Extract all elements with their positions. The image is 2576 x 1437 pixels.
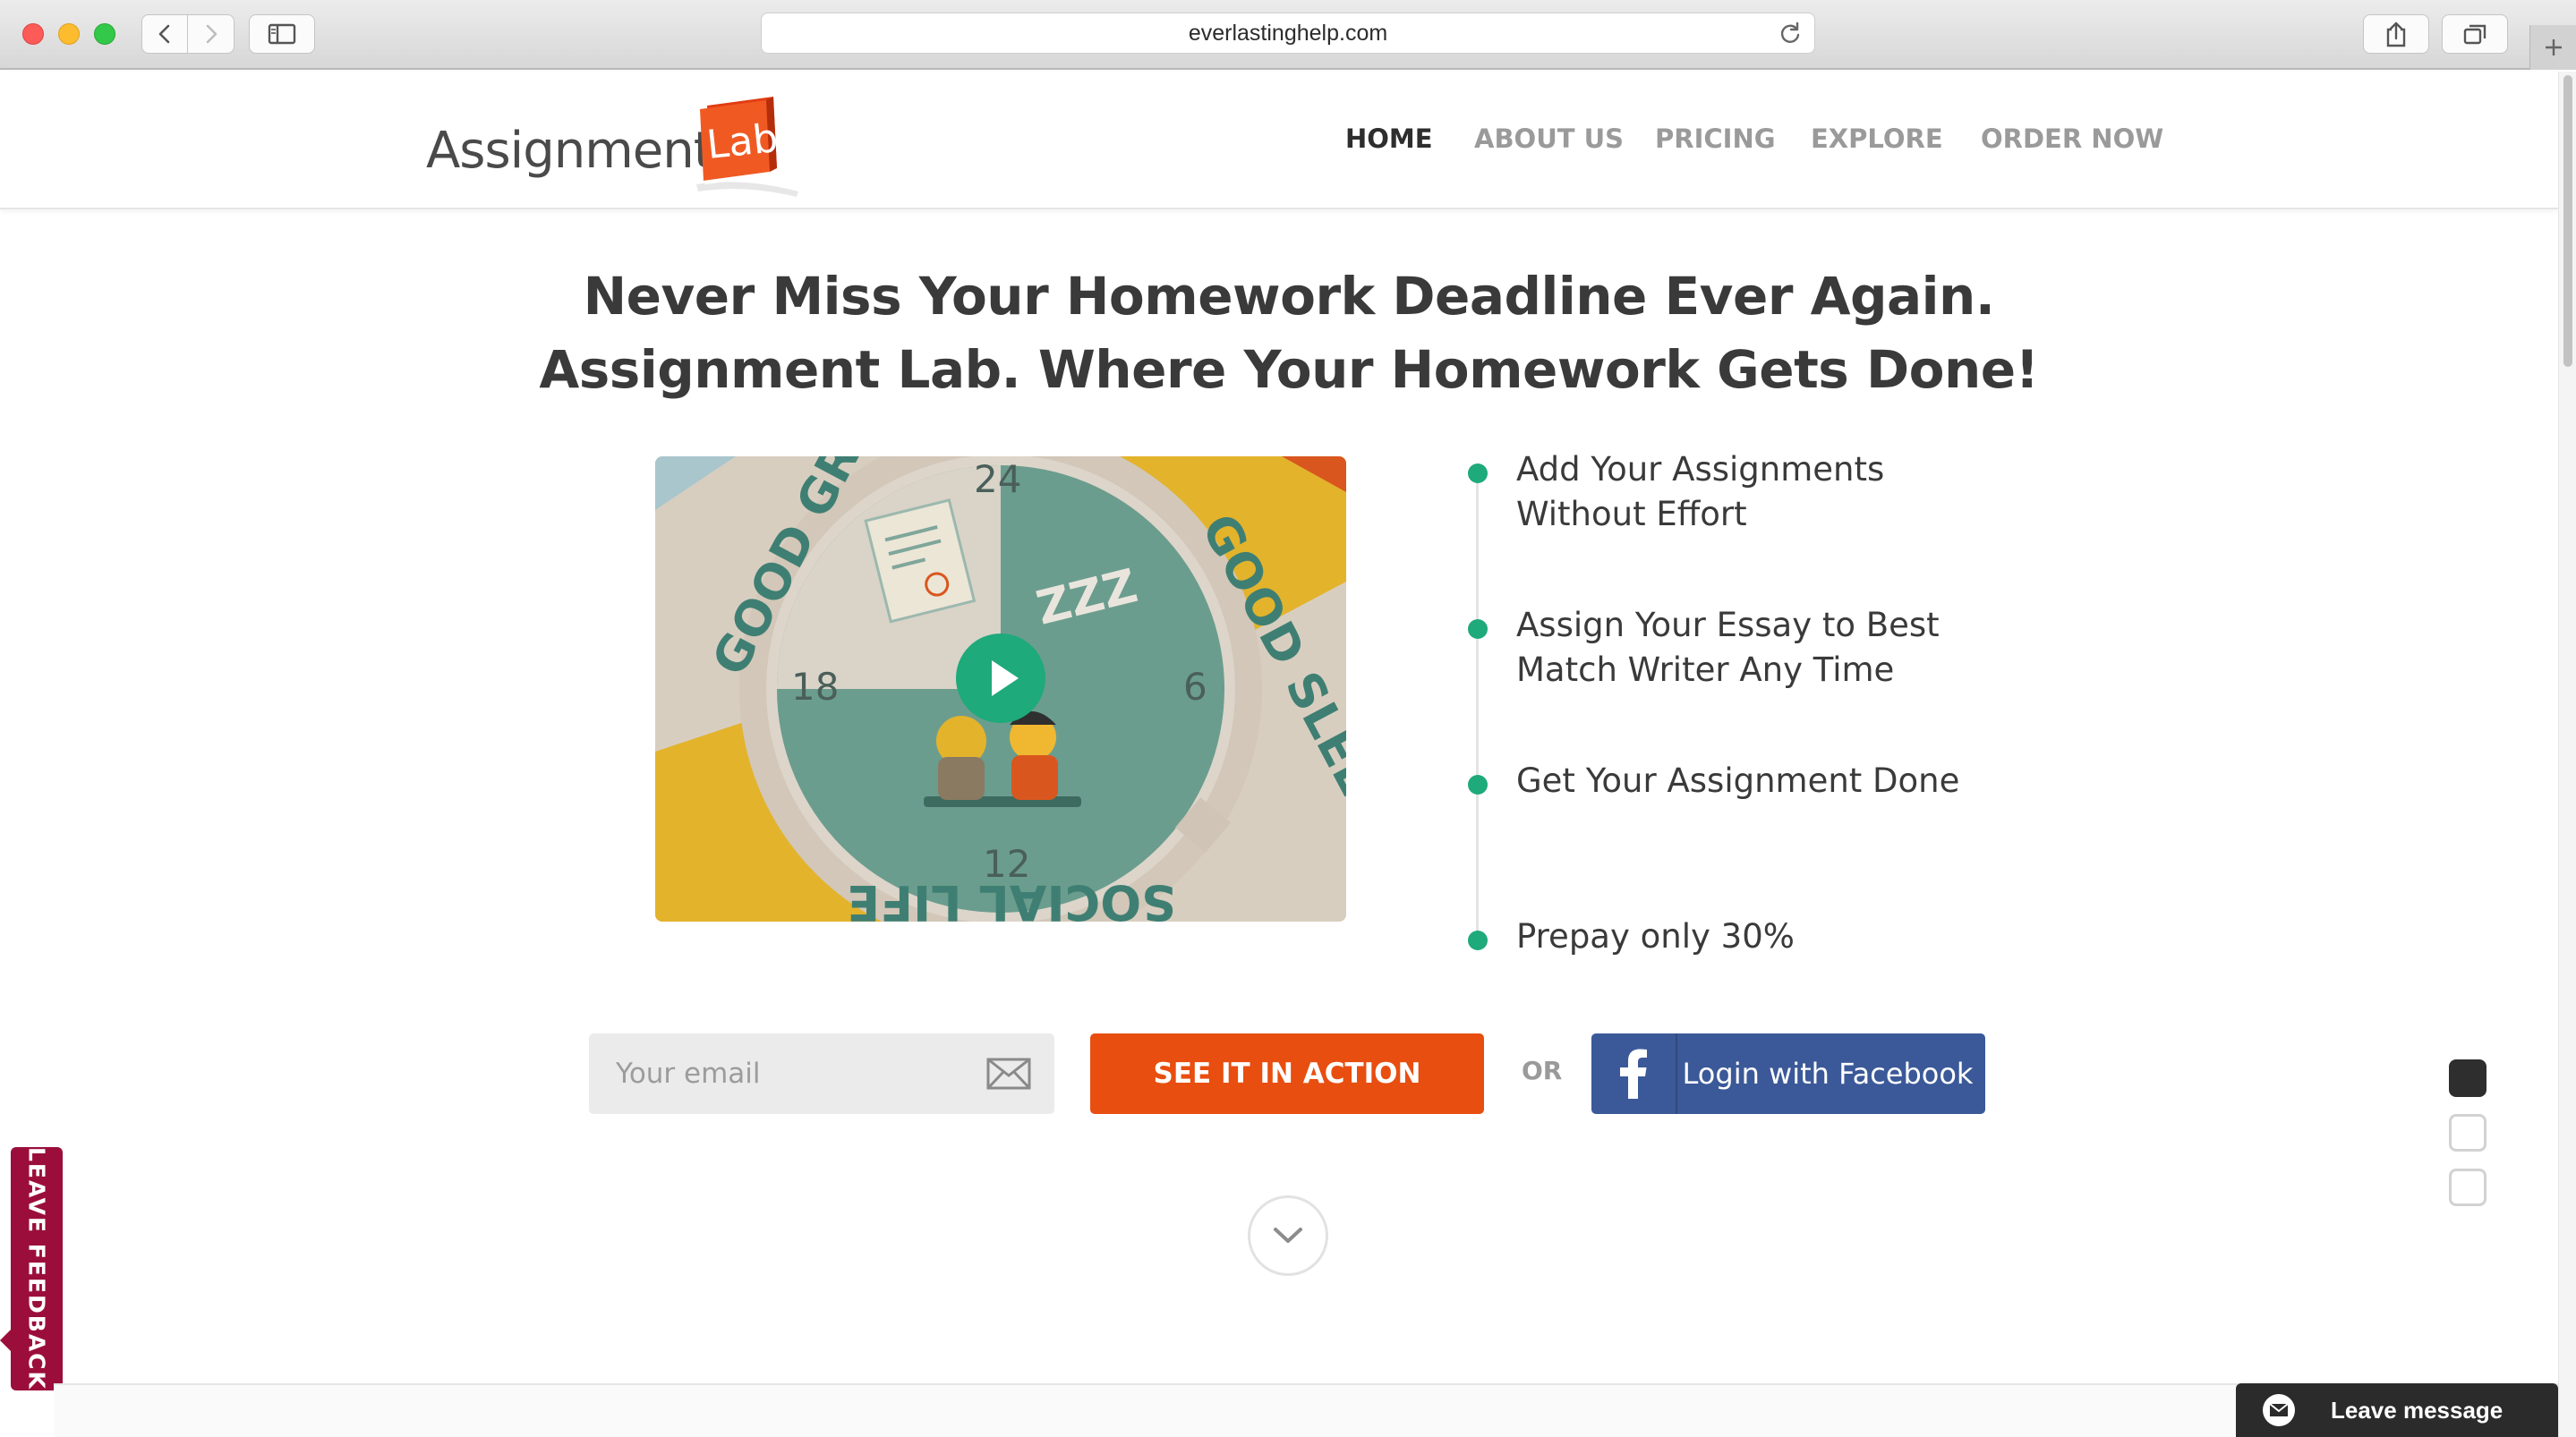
headline-line-1: Never Miss Your Homework Deadline Ever A… [583, 266, 1995, 327]
how-it-works-steps: Add Your Assignments Without Effort Assi… [1459, 447, 2014, 966]
address-bar[interactable]: everlastinghelp.com [761, 13, 1815, 54]
email-field-container [589, 1033, 1054, 1114]
play-icon[interactable] [956, 633, 1045, 723]
clock-number-12: 12 [983, 842, 1030, 886]
forward-button[interactable] [188, 14, 235, 54]
clock-number-6: 6 [1183, 665, 1207, 709]
logo-badge: Lab [704, 115, 780, 168]
chevron-left-icon [158, 24, 170, 44]
see-it-in-action-button[interactable]: SEE IT IN ACTION [1090, 1033, 1484, 1114]
reload-icon[interactable] [1778, 21, 1802, 45]
section-pager-dot-1[interactable] [2449, 1059, 2486, 1097]
zoom-window-button[interactable] [94, 23, 115, 45]
sidebar-toggle-button[interactable] [249, 14, 315, 54]
url-text: everlastinghelp.com [1188, 20, 1388, 46]
minimize-window-button[interactable] [58, 23, 80, 45]
plus-icon [2545, 39, 2562, 55]
clock-number-24: 24 [974, 457, 1021, 501]
step-bullet-icon [1468, 619, 1488, 639]
feedback-tab-notch [0, 1328, 13, 1353]
site-header: Assignment Lab HOME ABOUT US PRICING EXP… [0, 72, 2558, 209]
logo-book-icon: Lab [696, 97, 798, 197]
headline-line-2: Assignment Lab. Where Your Homework Gets… [539, 339, 2039, 400]
intro-video[interactable]: GOOD GR GOOD SLEEP SOCIAL LIFE 24 6 12 1… [655, 456, 1346, 922]
scrollbar-thumb[interactable] [2563, 75, 2572, 367]
or-separator: OR [1522, 1056, 1563, 1085]
next-section-edge [54, 1383, 2558, 1437]
timeline-line [1476, 471, 1479, 938]
page-scrollbar[interactable] [2558, 72, 2576, 1437]
envelope-icon [986, 1058, 1031, 1090]
browser-toolbar: everlastinghelp.com [0, 0, 2576, 70]
step-bullet-icon [1468, 775, 1488, 795]
tabs-icon [2463, 24, 2486, 45]
facebook-login-label: Login with Facebook [1682, 1057, 1974, 1091]
leave-feedback-label: LEAVE FEEDBACK [23, 1147, 50, 1390]
nav-home[interactable]: HOME [1345, 123, 1433, 154]
step-text: Assign Your Essay to Best Match Writer A… [1516, 606, 1940, 689]
email-field[interactable] [589, 1033, 983, 1114]
site-logo[interactable]: Assignment Lab [426, 91, 811, 199]
leave-feedback-tab[interactable]: LEAVE FEEDBACK [11, 1147, 63, 1390]
step-text: Get Your Assignment Done [1516, 761, 1960, 800]
sidebar-icon [268, 23, 296, 45]
nav-order-now[interactable]: ORDER NOW [1981, 123, 2163, 154]
scroll-down-button[interactable] [1248, 1195, 1328, 1276]
facebook-icon [1591, 1033, 1677, 1114]
envelope-icon [2263, 1394, 2295, 1426]
nav-explore[interactable]: EXPLORE [1811, 123, 1943, 154]
step-text: Prepay only 30% [1516, 917, 1795, 956]
step-bullet-icon [1468, 931, 1488, 950]
chevron-down-icon [1274, 1228, 1302, 1243]
chevron-right-icon [206, 24, 217, 44]
logo-text: Assignment [426, 122, 713, 180]
hero-headline: Never Miss Your Homework Deadline Ever A… [537, 259, 2041, 406]
facebook-login-button[interactable]: Login with Facebook [1591, 1033, 1985, 1114]
leave-message-chat-widget[interactable]: Leave message [2236, 1383, 2558, 1437]
back-button[interactable] [141, 14, 188, 54]
leave-message-label: Leave message [2331, 1396, 2503, 1424]
share-icon [2386, 21, 2406, 47]
share-button[interactable] [2363, 14, 2429, 54]
step-bullet-icon [1468, 463, 1488, 483]
nav-about-us[interactable]: ABOUT US [1474, 123, 1624, 154]
clock-number-18: 18 [791, 665, 839, 709]
nav-pricing[interactable]: PRICING [1655, 123, 1776, 154]
section-pager-dot-3[interactable] [2449, 1169, 2486, 1206]
section-pager-dot-2[interactable] [2449, 1114, 2486, 1152]
close-window-button[interactable] [22, 23, 44, 45]
step-text: Add Your Assignments Without Effort [1516, 450, 1885, 533]
new-tab-button[interactable] [2529, 25, 2576, 70]
tab-overview-button[interactable] [2442, 14, 2508, 54]
